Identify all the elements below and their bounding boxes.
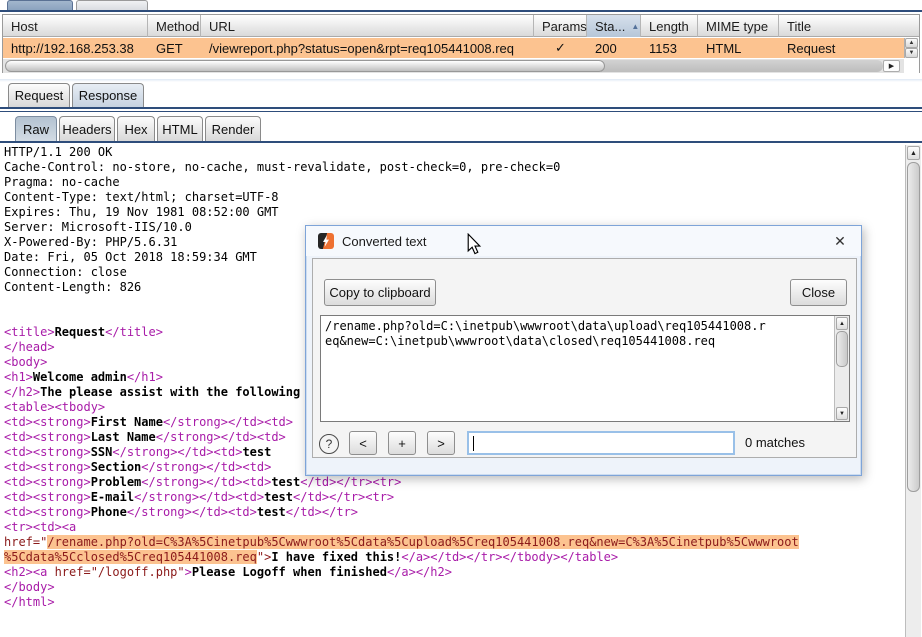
close-button[interactable]: Close xyxy=(790,279,847,306)
http-history-table: Host Method URL Params Sta... ▲ Length MI… xyxy=(2,14,920,73)
burp-app-icon xyxy=(318,233,334,249)
table-header-row: Host Method URL Params Sta... ▲ Length MI… xyxy=(3,15,919,37)
row-length: 1153 xyxy=(641,41,698,56)
raw-line: Content-Type: text/html; charset=UTF-8 xyxy=(0,190,905,205)
raw-line: <tr><td><a xyxy=(0,520,905,535)
row-status: 200 xyxy=(587,41,641,56)
scroll-up-icon[interactable]: ▲ xyxy=(907,146,920,160)
row-url: /viewreport.php?status=open&rpt=req10544… xyxy=(201,41,534,56)
search-previous-button[interactable]: < xyxy=(349,431,377,455)
raw-line: /rename.php?old=C:\inetpub\wwwroot\data\… xyxy=(325,319,833,334)
column-header-url[interactable]: URL xyxy=(201,15,534,37)
raw-line: <h2><a href="/logoff.php">Please Logoff … xyxy=(0,565,905,580)
copy-to-clipboard-button[interactable]: Copy to clipboard xyxy=(324,279,436,306)
raw-line: eq&new=C:\inetpub\wwwroot\data\closed\re… xyxy=(325,334,833,349)
text-caret xyxy=(473,436,474,451)
divider xyxy=(0,111,922,112)
divider xyxy=(0,10,922,12)
search-next-button[interactable]: > xyxy=(427,431,455,455)
raw-line: Cache-Control: no-store, no-cache, must-… xyxy=(0,160,905,175)
row-method: GET xyxy=(148,41,201,56)
dialog-titlebar[interactable]: Converted text ✕ xyxy=(306,226,861,256)
column-header-status-label: Sta... xyxy=(595,19,625,34)
row-title: Request xyxy=(779,41,904,56)
scroll-down-icon[interactable]: ▼ xyxy=(836,407,848,420)
params-check-icon: ✓ xyxy=(534,40,587,56)
scrollbar-track xyxy=(601,60,883,72)
top-tab-fragment-selected[interactable] xyxy=(7,0,73,10)
column-header-mime-type[interactable]: MIME type xyxy=(698,15,779,37)
column-header-status[interactable]: Sta... ▲ xyxy=(587,15,641,37)
table-horizontal-scrollbar[interactable]: ▶ xyxy=(3,59,904,73)
column-header-length[interactable]: Length xyxy=(641,15,698,37)
column-header-params[interactable]: Params xyxy=(534,15,587,37)
raw-line: %5Cdata%5Cclosed%5Creq105441008.req">I h… xyxy=(0,550,905,565)
scrollbar-thumb[interactable] xyxy=(836,331,848,367)
tab-html[interactable]: HTML xyxy=(157,116,203,141)
row-host: http://192.168.253.38 xyxy=(3,41,148,56)
divider xyxy=(0,79,922,82)
top-tab-fragment[interactable] xyxy=(76,0,148,10)
response-vertical-scrollbar[interactable]: ▲ xyxy=(905,145,921,637)
column-header-method[interactable]: Method xyxy=(148,15,201,37)
tab-request[interactable]: Request xyxy=(8,83,70,107)
search-input[interactable] xyxy=(467,431,735,455)
raw-line: HTTP/1.1 200 OK xyxy=(0,145,905,160)
scrollbar-thumb[interactable] xyxy=(907,162,920,492)
raw-line: </html> xyxy=(0,595,905,610)
raw-line: Expires: Thu, 19 Nov 1981 08:52:00 GMT xyxy=(0,205,905,220)
row-mime-type: HTML xyxy=(698,41,779,56)
column-header-host[interactable]: Host xyxy=(3,15,148,37)
column-header-title[interactable]: Title xyxy=(779,15,904,37)
table-vertical-scrollbar[interactable]: ▲ ▼ xyxy=(904,38,918,58)
tab-hex[interactable]: Hex xyxy=(117,116,155,141)
dialog-title: Converted text xyxy=(342,234,427,249)
close-icon[interactable]: ✕ xyxy=(831,232,849,250)
tab-render[interactable]: Render xyxy=(205,116,261,141)
table-row[interactable]: http://192.168.253.38 GET /viewreport.ph… xyxy=(3,38,904,58)
raw-line: <td><strong>E-mail</strong></td><td>test… xyxy=(0,490,905,505)
divider xyxy=(0,141,922,143)
converted-text-area[interactable]: /rename.php?old=C:\inetpub\wwwroot\data\… xyxy=(320,315,850,422)
help-icon[interactable]: ? xyxy=(319,434,339,454)
search-options-button[interactable]: + xyxy=(388,431,416,455)
scrollbar-thumb[interactable] xyxy=(5,60,605,72)
raw-line: <td><strong>Phone</strong></td><td>test<… xyxy=(0,505,905,520)
mouse-cursor-icon xyxy=(466,233,482,255)
tab-headers[interactable]: Headers xyxy=(59,116,115,141)
scroll-right-icon[interactable]: ▶ xyxy=(883,60,900,72)
burp-suite-window: Host Method URL Params Sta... ▲ Length MI… xyxy=(0,0,922,637)
tab-raw[interactable]: Raw xyxy=(15,116,57,141)
raw-line: href="/rename.php?old=C%3A%5Cinetpub%5Cw… xyxy=(0,535,905,550)
raw-line: Pragma: no-cache xyxy=(0,175,905,190)
scroll-up-icon[interactable]: ▲ xyxy=(836,317,848,330)
matches-count-label: 0 matches xyxy=(745,435,805,450)
raw-line: </body> xyxy=(0,580,905,595)
scrollbar-corner xyxy=(904,59,919,73)
tab-response[interactable]: Response xyxy=(72,83,144,107)
textarea-vertical-scrollbar[interactable]: ▲ ▼ xyxy=(834,316,849,421)
scroll-down-icon[interactable]: ▼ xyxy=(905,48,918,58)
dialog-content-panel: Copy to clipboard Close /rename.php?old=… xyxy=(312,258,857,458)
raw-line: <td><strong>Problem</strong></td><td>tes… xyxy=(0,475,905,490)
converted-text-dialog: Converted text ✕ Copy to clipboard Close… xyxy=(305,225,862,476)
divider xyxy=(0,107,922,109)
sort-ascending-icon: ▲ xyxy=(631,22,639,31)
scroll-up-icon[interactable]: ▲ xyxy=(905,38,918,48)
